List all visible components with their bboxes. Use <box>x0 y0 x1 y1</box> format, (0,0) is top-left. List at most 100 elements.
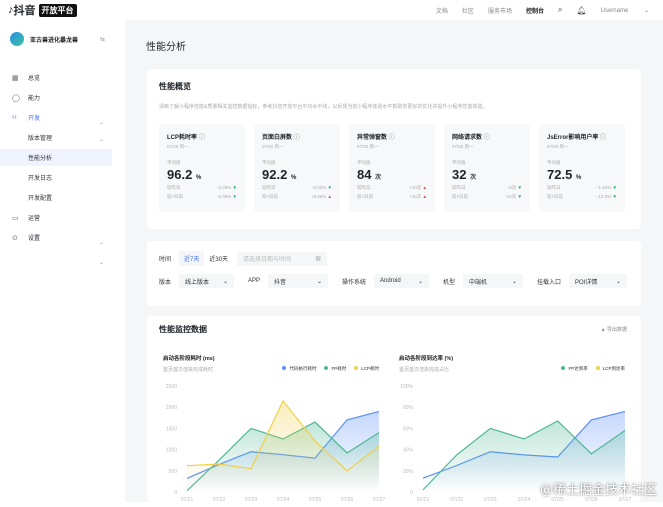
bag-icon: ◯ <box>12 94 20 102</box>
y-tick-label: 2500 <box>166 384 177 390</box>
legend-item[interactable]: LCP耗时 <box>354 366 379 372</box>
metric-card: LCP耗时率 ⓘ 07/20 周一 平均值 96.2 % 较昨日 -2.03% ▼… <box>159 124 245 212</box>
metric-date: 07/20 周一 <box>547 144 569 149</box>
x-tick-label: 07/25 <box>309 497 322 502</box>
sidebar-item-operation[interactable]: ▭ 运营 ⌄ <box>0 209 112 247</box>
avg-label: 平均值 <box>547 160 561 165</box>
monitor-title: 性能监控数据 <box>159 325 207 334</box>
app-switcher[interactable]: 亚古兽进化暴龙兽 ⇆ <box>10 32 125 46</box>
x-tick-label: 07/23 <box>245 497 258 502</box>
filter-select[interactable]: 抖音 ⌄ <box>268 274 328 288</box>
filter-card: 时间 近7天 近30天 请选择日期与时间 ▦ 版本 线上版本 ⌄ APP 抖音 ⌄ 操作系统 A… <box>147 241 641 306</box>
bell-icon[interactable]: 🔔︎ <box>576 6 586 15</box>
info-icon[interactable]: ⓘ <box>484 135 490 141</box>
metric-date: 07/20 周一 <box>167 144 189 149</box>
settings-icon: ⊙ <box>12 234 18 242</box>
info-icon[interactable]: ⓘ <box>600 135 606 141</box>
range-7d[interactable]: 近7天 <box>179 251 205 266</box>
compare-row: 较昨日 +10次 ▲ <box>357 185 427 190</box>
grid-icon: ▦ <box>12 74 19 82</box>
y-tick-label: 1000 <box>166 448 177 454</box>
y-tick-label: 60% <box>403 426 414 432</box>
filter-label: 操作系统 <box>342 279 367 286</box>
chart-title: 启动各阶段耗时 (ms) <box>163 356 215 362</box>
filter-select[interactable]: 中端机 ⌄ <box>463 274 523 288</box>
filter-label: 机型 <box>443 279 456 286</box>
sidebar-item-overview[interactable]: ▦ 总览 <box>0 69 112 86</box>
chevron-down-icon: ⌄ <box>615 278 621 285</box>
metric-name: JsError影响用户率 ⓘ <box>547 135 607 141</box>
metric-value: 32 次 <box>452 167 477 182</box>
trend-up-icon: ▲ <box>422 194 427 199</box>
sidebar-item-settings[interactable]: ⊙ 设置 ⌄ <box>0 229 112 267</box>
sidebar-item-version[interactable]: 版本管理 <box>0 129 112 146</box>
overview-title: 性能概览 <box>159 82 191 91</box>
filter-select[interactable]: 线上版本 ⌄ <box>179 274 234 288</box>
compare-row: 较昨日 -2.03% ▼ <box>167 185 237 190</box>
metric-value: 72.5 % <box>547 167 582 182</box>
trend-up-icon: ▲ <box>327 194 332 199</box>
switch-icon[interactable]: ⇆ <box>100 36 105 43</box>
time-label: 时间 <box>159 257 172 263</box>
user-menu[interactable]: Username ⌄ <box>601 7 649 14</box>
main-content: 性能分析 性能概览 清晰了解小程序性能&质量相关监控数据指标，参考抖音开放平台平… <box>125 20 663 503</box>
trend-down-icon: ▼ <box>612 185 617 190</box>
compare-row: 较7日前 -12.2% ▼ <box>547 194 617 199</box>
chevron-down-icon: ⌄ <box>417 278 423 285</box>
range-30d[interactable]: 近30天 <box>204 251 233 266</box>
filter-label: 挂载入口 <box>537 279 562 286</box>
sidebar-item-performance[interactable]: 性能分析 <box>0 149 112 166</box>
nav-market[interactable]: 服务市场 <box>488 6 512 15</box>
legend-item[interactable]: FP达到率 <box>561 366 588 372</box>
chevron-down-icon: ⌄ <box>511 278 517 285</box>
sidebar-item-devconfig[interactable]: 开发配置 <box>0 189 112 206</box>
export-button[interactable]: ▲ 导出数据 <box>601 326 627 333</box>
sidebar-item-capability[interactable]: ◯ 能力 ⌄ <box>0 89 112 127</box>
compare-row: 较7日前 +6.05% ▲ <box>262 194 332 199</box>
legend-item[interactable]: 代码执行耗时 <box>282 366 316 372</box>
search-icon[interactable]: ⌕ <box>558 5 562 15</box>
info-icon[interactable]: ⓘ <box>294 135 300 141</box>
overview-desc: 清晰了解小程序性能&质量相关监控数据指标，参考抖音开放平台平均水平线，以反馈当前… <box>159 104 488 110</box>
chart-subtitle: 首页首次渲染完成占比 <box>399 367 450 373</box>
metric-card: 页面白屏数 ⓘ 07/20 周一 平均值 92.2 % 较昨日 -0.03% ▼ … <box>254 124 340 212</box>
watermark: @稀土掘金技术社区 <box>539 483 657 498</box>
x-tick-label: 07/22 <box>450 497 463 502</box>
legend-item[interactable]: LCP到达率 <box>595 366 625 372</box>
filter-label: 版本 <box>159 279 172 286</box>
chart-subtitle: 首页首次渲染完成耗时 <box>163 367 214 373</box>
compare-row: 较昨日 -1.62% ▼ <box>547 185 617 190</box>
sidebar-item-devlog[interactable]: 开发日志 <box>0 169 112 186</box>
code-icon: ‹› <box>12 114 17 121</box>
chart-title: 启动各阶段到达率 (%) <box>399 356 454 362</box>
nav-community[interactable]: 社区 <box>462 6 474 15</box>
date-picker[interactable]: 请选择日期与时间 ▦ <box>237 251 328 266</box>
avg-label: 平均值 <box>167 160 181 165</box>
trend-up-icon: ▲ <box>422 185 427 190</box>
metric-date: 07/20 周一 <box>262 144 284 149</box>
metric-name: 异常弹窗数 ⓘ <box>357 135 395 141</box>
metric-value: 84 次 <box>357 167 382 182</box>
info-icon[interactable]: ⓘ <box>389 135 395 141</box>
filter-select[interactable]: POI详情 ⌄ <box>569 274 627 288</box>
x-tick-label: 07/24 <box>518 497 531 502</box>
filter-select[interactable]: Android ⌄ <box>374 274 429 288</box>
nav-console[interactable]: 控制台 <box>526 6 544 15</box>
nav-docs[interactable]: 文档 <box>436 6 448 15</box>
info-icon[interactable]: ⓘ <box>199 135 205 141</box>
app-avatar <box>10 32 24 46</box>
metric-date: 07/20 周一 <box>357 144 379 149</box>
brand-logo[interactable]: ♪ 抖音 开放平台 <box>8 2 77 18</box>
filter-label: APP <box>248 278 261 284</box>
compare-row: 较7日前 +20次 ▲ <box>357 194 427 199</box>
y-tick-label: 500 <box>169 469 178 475</box>
sidebar-item-develop[interactable]: ‹› 开发 ⌃ <box>0 109 112 146</box>
compare-row: 较7日前 -5.05% ▼ <box>167 194 237 199</box>
metric-value: 96.2 % <box>167 167 202 182</box>
compare-row: 较7日前 -12次 ▼ <box>452 194 522 199</box>
metric-name: 网络请求数 ⓘ <box>452 135 490 141</box>
x-tick-label: 07/21 <box>181 497 194 502</box>
legend-item[interactable]: FP耗时 <box>324 366 346 372</box>
x-tick-label: 07/22 <box>213 497 226 502</box>
chart-stage-duration: 启动各阶段耗时 (ms) 首页首次渲染完成耗时 代码执行耗时 FP耗时 LCP耗时 … <box>155 346 387 503</box>
